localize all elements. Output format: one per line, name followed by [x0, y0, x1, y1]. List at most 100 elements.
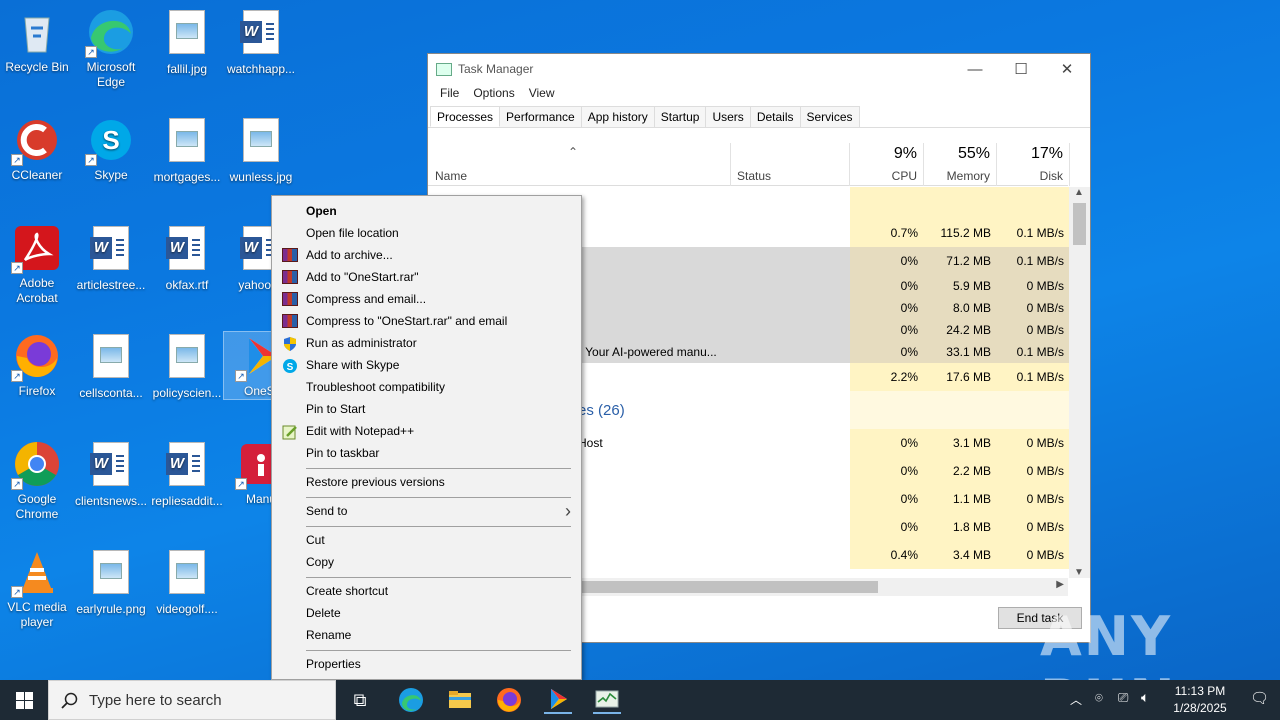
vertical-scrollbar[interactable]: ▲ ▼ — [1069, 187, 1090, 578]
tab-performance[interactable]: Performance — [499, 106, 582, 127]
menu-item-properties[interactable]: Properties — [272, 653, 581, 675]
image-icon — [163, 118, 211, 166]
menu-item-edit-with-notepad[interactable]: Edit with Notepad++ — [272, 420, 581, 442]
column-memory[interactable]: 55% Memory — [924, 143, 997, 186]
menu-item-label: Add to "OneStart.rar" — [306, 270, 419, 284]
menu-item-cut[interactable]: Cut — [272, 529, 581, 551]
minimize-button[interactable]: — — [952, 54, 998, 84]
column-status[interactable]: Status — [731, 143, 850, 186]
desktop-icon[interactable]: ↗ Adobe Acrobat — [0, 224, 74, 306]
menu-item-send-to[interactable]: Send to › — [272, 500, 581, 522]
menu-item-rename[interactable]: Rename — [272, 624, 581, 646]
skype-icon: S ↗ — [85, 116, 135, 166]
desktop-icon[interactable]: mortgages... — [150, 116, 224, 185]
process-disk-value: 0 MB/s — [997, 541, 1070, 569]
desktop-icon[interactable]: ↗ VLC media player — [0, 548, 74, 630]
menu-item-pin-to-start[interactable]: Pin to Start — [272, 398, 581, 420]
h-scrollbar-thumb[interactable] — [578, 581, 878, 593]
image-icon — [163, 550, 211, 598]
menu-file[interactable]: File — [434, 84, 465, 104]
scroll-down-icon[interactable]: ▼ — [1074, 567, 1084, 578]
desktop-icon[interactable]: S ↗ Skype — [74, 116, 148, 183]
menu-item-create-shortcut[interactable]: Create shortcut — [272, 580, 581, 602]
menu-item-label: Restore previous versions — [306, 475, 445, 489]
desktop-icon-label: Recycle Bin — [5, 60, 69, 74]
tab-app-history[interactable]: App history — [580, 106, 655, 127]
desktop-icon[interactable]: Wrepliesaddit... — [150, 440, 224, 509]
menu-item-troubleshoot-compatibility[interactable]: Troubleshoot compatibility — [272, 376, 581, 398]
shortcut-arrow-icon: ↗ — [11, 478, 23, 490]
chevron-up-icon[interactable]: ︿ — [1070, 691, 1082, 708]
file-explorer-icon[interactable] — [446, 686, 474, 714]
tab-startup[interactable]: Startup — [653, 106, 707, 127]
process-cpu-value: 0.4% — [850, 541, 924, 569]
scroll-up-icon[interactable]: ▲ — [1074, 187, 1084, 198]
scroll-right-icon[interactable]: ▶ — [1056, 579, 1064, 590]
window-title: Task Manager — [458, 62, 534, 76]
desktop-icon[interactable]: ↗ CCleaner — [0, 116, 74, 183]
desktop-icon-label: watchhapp... — [226, 62, 296, 76]
menu-item-add-to-archive[interactable]: Add to archive... — [272, 244, 581, 266]
desktop-icon[interactable]: ↗ Microsoft Edge — [74, 8, 148, 90]
tab-details[interactable]: Details — [749, 106, 801, 127]
desktop-icon[interactable]: earlyrule.png — [74, 548, 148, 617]
desktop-icon[interactable]: Warticlestree... — [74, 224, 148, 293]
menu-item-pin-to-taskbar[interactable]: Pin to taskbar — [272, 442, 581, 464]
start-button[interactable] — [0, 680, 48, 720]
notepadpp-icon — [282, 424, 298, 440]
maximize-button[interactable]: ☐ — [998, 54, 1044, 84]
desktop-icon-label: clientsnews... — [74, 494, 148, 508]
recycle-bin-icon — [13, 8, 61, 56]
column-cpu-label: CPU — [891, 169, 917, 183]
volume-icon[interactable]: 🔈︎ — [1141, 689, 1149, 706]
desktop-icon-label: fallil.jpg — [166, 62, 208, 76]
menu-item-restore-previous-versions[interactable]: Restore previous versions — [272, 471, 581, 493]
desktop-icon[interactable]: videogolf.... — [150, 548, 224, 617]
tab-services[interactable]: Services — [799, 106, 860, 127]
menu-item-compress-to-onestart-rar-and-email[interactable]: Compress to "OneStart.rar" and email — [272, 310, 581, 332]
desktop-icon[interactable]: Wwatchhapp... — [224, 8, 298, 77]
column-name[interactable]: ⌃ Name — [428, 143, 731, 186]
menu-options[interactable]: Options — [467, 84, 520, 104]
menu-item-label: Open — [306, 204, 337, 218]
desktop-icon[interactable]: Recycle Bin — [0, 8, 74, 75]
meet-now-icon[interactable]: ⌾ — [1095, 690, 1103, 706]
process-disk-value: 0 MB/s — [997, 275, 1070, 297]
onestart-taskbar-icon[interactable] — [544, 686, 572, 714]
menu-item-open[interactable]: Open — [272, 200, 581, 222]
process-disk-value: 0 MB/s — [997, 457, 1070, 485]
task-manager-taskbar-icon[interactable] — [593, 686, 621, 714]
desktop-icon[interactable]: Wclientsnews... — [74, 440, 148, 509]
desktop-icon[interactable]: fallil.jpg — [150, 8, 224, 77]
scrollbar-thumb[interactable] — [1073, 203, 1086, 245]
desktop-icon[interactable]: policyscien... — [150, 332, 224, 401]
clock-time[interactable]: 11:13 PM — [1164, 684, 1236, 698]
tab-users[interactable]: Users — [705, 106, 751, 127]
edge-taskbar-icon[interactable] — [397, 686, 425, 714]
desktop-icon[interactable]: ↗ Firefox — [0, 332, 74, 399]
menu-item-copy[interactable]: Copy — [272, 551, 581, 573]
search-box[interactable]: Type here to search — [48, 680, 336, 720]
column-disk[interactable]: 17% Disk — [997, 143, 1070, 186]
tab-processes[interactable]: Processes — [430, 106, 501, 127]
menu-item-open-file-location[interactable]: Open file location — [272, 222, 581, 244]
column-cpu[interactable]: 9% CPU — [850, 143, 924, 186]
menu-item-add-to-onestart-rar[interactable]: Add to "OneStart.rar" — [272, 266, 581, 288]
menu-view[interactable]: View — [523, 84, 561, 104]
desktop-icon[interactable]: ↗ Google Chrome — [0, 440, 74, 522]
menu-item-share-with-skype[interactable]: S Share with Skype — [272, 354, 581, 376]
close-button[interactable]: ✕ — [1044, 54, 1090, 84]
desktop-icon[interactable]: cellsconta... — [74, 332, 148, 401]
notifications-icon[interactable]: 🗨︎ — [1250, 689, 1269, 707]
menu-item-run-as-administrator[interactable]: Run as administrator — [272, 332, 581, 354]
menu-item-compress-and-email[interactable]: Compress and email... — [272, 288, 581, 310]
clock-date[interactable]: 1/28/2025 — [1164, 701, 1236, 715]
network-icon[interactable]: ⎚ — [1118, 690, 1128, 706]
task-view-icon[interactable]: ⧉ — [346, 686, 374, 714]
desktop-icon[interactable]: Wokfax.rtf — [150, 224, 224, 293]
process-cpu-value: 0% — [850, 513, 924, 541]
menu-item-delete[interactable]: Delete — [272, 602, 581, 624]
desktop-icon[interactable]: wunless.jpg — [224, 116, 298, 185]
search-placeholder: Type here to search — [89, 691, 222, 709]
firefox-taskbar-icon[interactable] — [495, 686, 523, 714]
